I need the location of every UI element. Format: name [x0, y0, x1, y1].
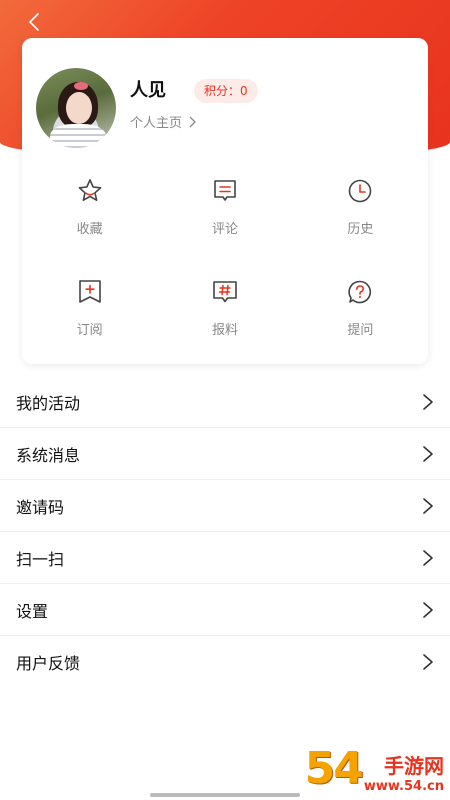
- chevron-right-icon: [423, 445, 433, 462]
- chevron-right-icon: [423, 654, 433, 670]
- menu-item-label: 设置: [16, 601, 49, 621]
- quick-action-label: 报料: [211, 323, 238, 338]
- points-badge[interactable]: 积分：0: [194, 79, 258, 103]
- quick-action-report[interactable]: 报料: [157, 277, 292, 338]
- menu-item-label: 扫一扫: [16, 549, 65, 569]
- homepage-link-label: 个人主页: [130, 116, 183, 131]
- quick-action-history[interactable]: 历史: [293, 176, 428, 237]
- chevron-right-icon: [423, 601, 433, 618]
- quick-actions-grid: 收藏 评论 历史 订阅 报料 提问: [22, 158, 428, 338]
- menu-item-system-messages[interactable]: 系统消息: [0, 428, 450, 480]
- bookmark-plus-icon: [78, 280, 101, 303]
- watermark-name: 手游网: [384, 754, 444, 778]
- username: 人见: [130, 80, 166, 101]
- avatar[interactable]: [36, 68, 116, 148]
- personal-homepage-link[interactable]: 个人主页: [130, 112, 196, 131]
- menu-item-settings[interactable]: 设置: [0, 584, 450, 636]
- settings-menu-list: 我的活动 系统消息 邀请码 扫一扫 设置 用户反馈: [0, 376, 450, 688]
- back-button[interactable]: [22, 10, 46, 34]
- quick-action-subscribe[interactable]: 订阅: [22, 277, 157, 338]
- quick-action-ask[interactable]: 提问: [293, 277, 428, 338]
- quick-action-label: 订阅: [76, 323, 103, 338]
- site-watermark: 54 手游网 www.54.cn: [305, 743, 444, 794]
- menu-item-label: 我的活动: [16, 393, 81, 413]
- clock-icon: [349, 179, 372, 203]
- watermark-number: 54: [304, 743, 364, 794]
- chevron-right-icon: [423, 393, 433, 410]
- hashtag-message-icon: [213, 281, 237, 303]
- question-icon: [348, 280, 372, 304]
- chevron-right-icon: [189, 116, 196, 127]
- quick-action-label: 提问: [347, 323, 374, 338]
- menu-item-label: 用户反馈: [16, 654, 81, 673]
- quick-action-label: 收藏: [76, 222, 103, 237]
- profile-card: 人见 积分：0 个人主页 收藏 评论 历史 订阅 报料 提问: [22, 38, 428, 364]
- comment-icon: [214, 180, 236, 201]
- menu-item-my-activities[interactable]: 我的活动: [0, 376, 450, 428]
- watermark-text: 手游网 www.54.cn: [364, 750, 444, 794]
- chevron-right-icon: [423, 549, 433, 566]
- quick-action-comments[interactable]: 评论: [157, 176, 292, 237]
- menu-item-user-feedback[interactable]: 用户反馈: [0, 636, 450, 688]
- menu-item-scan[interactable]: 扫一扫: [0, 532, 450, 584]
- menu-item-invite-code[interactable]: 邀请码: [0, 480, 450, 532]
- quick-action-label: 评论: [211, 222, 238, 237]
- chevron-right-icon: [423, 497, 433, 514]
- quick-action-label: 历史: [347, 222, 374, 237]
- menu-item-label: 系统消息: [16, 445, 81, 465]
- menu-item-label: 邀请码: [16, 497, 65, 517]
- watermark-url: www.54.cn: [363, 779, 444, 794]
- chevron-left-icon: [29, 13, 39, 31]
- home-indicator: [150, 793, 300, 797]
- quick-action-favorites[interactable]: 收藏: [22, 176, 157, 237]
- star-icon: [78, 179, 102, 201]
